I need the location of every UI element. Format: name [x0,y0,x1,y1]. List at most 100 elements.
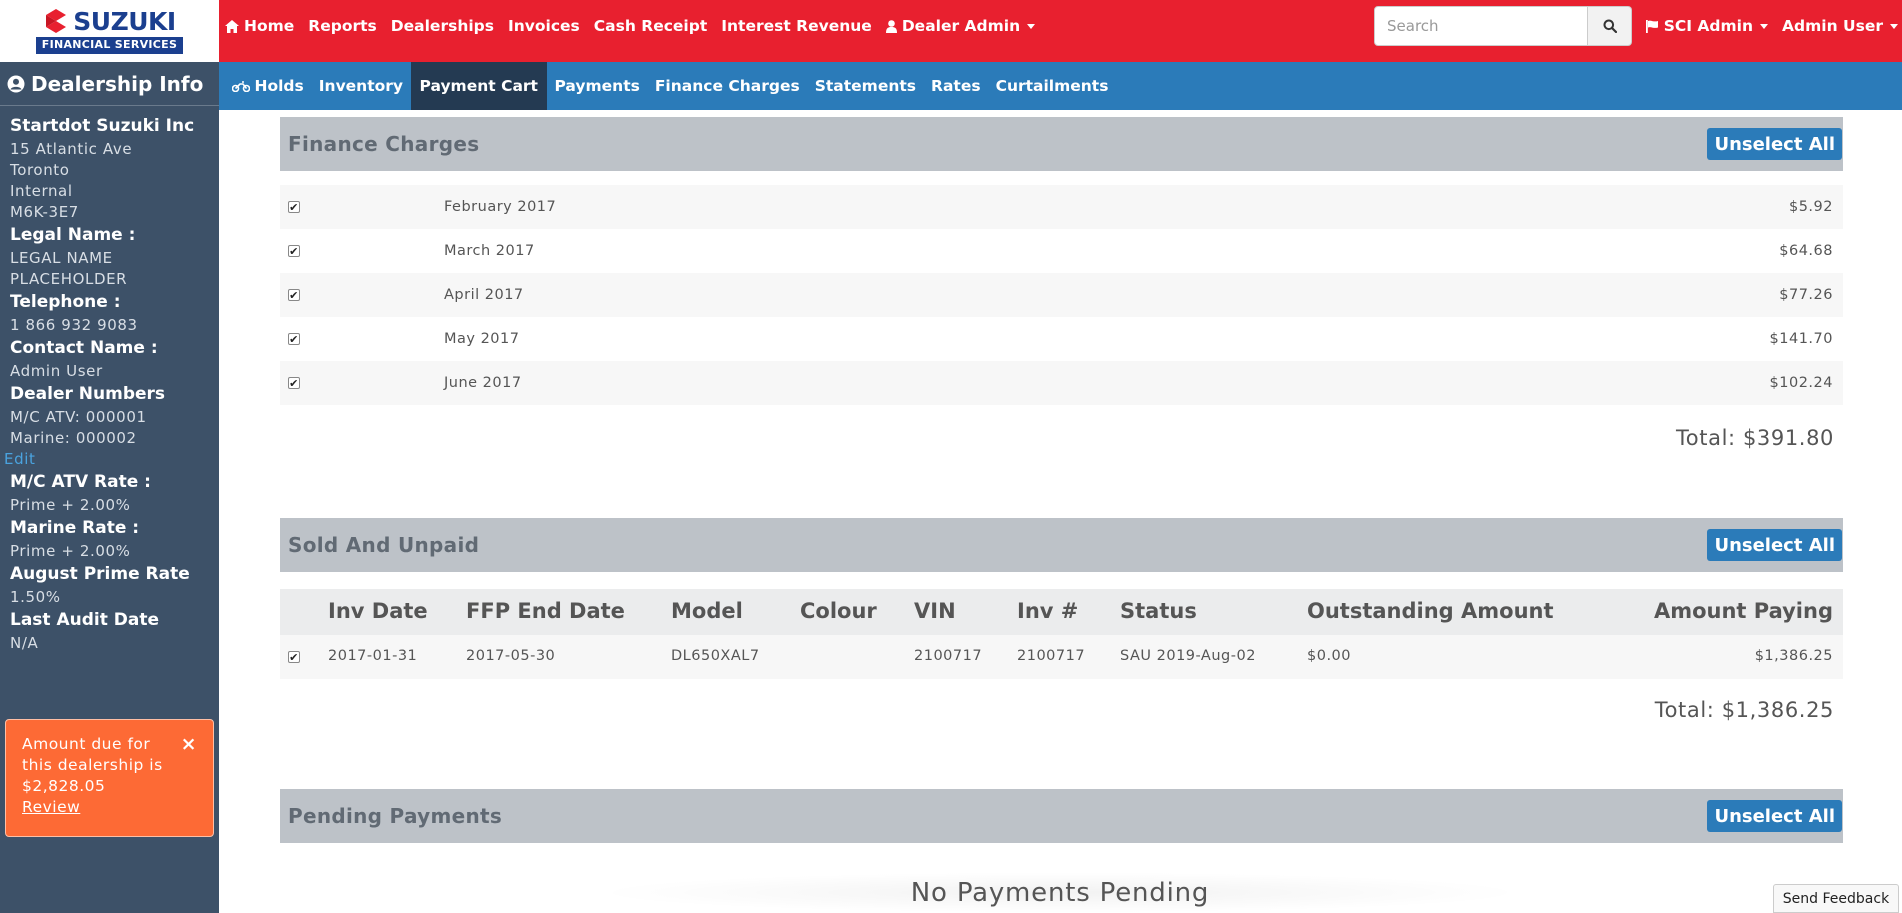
motorcycle-icon [231,80,250,92]
dealer-subnav: Holds Inventory Payment Cart Payments Fi… [219,62,1902,110]
column-header[interactable]: Inv # [1017,599,1078,623]
charge-amount: $141.70 [1769,331,1833,347]
caret-down-icon [1890,23,1898,29]
user-circle-icon [7,75,25,92]
alert-amount: $2,828.05 [22,777,106,795]
finance-charge-row: ✔ April 2017 $77.26 [280,273,1843,317]
search-form [1374,6,1632,46]
column-header[interactable]: VIN [914,599,956,623]
tab-statements-label: Statements [814,77,917,95]
sci-admin-label: SCI Admin [1663,17,1754,35]
finance-charges-header: Finance Charges Unselect All [280,117,1843,171]
sold-unpaid-header: Sold And Unpaid Unselect All [280,518,1843,572]
dealer-name: Startdot Suzuki Inc [10,116,195,136]
nav-interest-revenue-label: Interest Revenue [721,17,872,35]
send-feedback-button[interactable]: Send Feedback [1773,884,1899,913]
column-header[interactable]: Status [1120,599,1197,623]
close-icon[interactable]: × [181,734,197,755]
address-line: Toronto [10,161,70,179]
row-checkbox[interactable]: ✔ [288,289,300,301]
row-checkbox[interactable]: ✔ [288,245,300,257]
search-button[interactable] [1588,6,1632,46]
pending-payments-unselect-all-button[interactable]: Unselect All [1707,800,1842,832]
main-nav: Home Reports Dealerships Invoices Cash R… [225,0,1036,52]
tab-holds[interactable]: Holds [224,62,311,110]
user-menu: SCI Admin Admin User [1645,0,1898,52]
nav-invoices[interactable]: Invoices [508,17,580,35]
tab-payment-cart[interactable]: Payment Cart [410,62,547,110]
sold-unpaid-unselect-all-button[interactable]: Unselect All [1707,529,1842,561]
sci-admin-dropdown[interactable]: SCI Admin [1645,17,1769,35]
model-cell: DL650XAL7 [671,648,760,664]
marine-rate-value: Prime + 2.00% [10,542,131,560]
row-checkbox[interactable]: ✔ [288,377,300,389]
tab-finance-charges[interactable]: Finance Charges [647,62,807,110]
legal-name-value: LEGAL NAME [10,249,113,267]
edit-dealer-numbers-link[interactable]: Edit [4,449,219,470]
column-header[interactable]: Model [671,599,743,623]
nav-dealerships[interactable]: Dealerships [391,17,494,35]
outstanding-amount-cell: $0.00 [1307,648,1352,664]
alert-text: Amount due for [22,735,151,753]
flag-icon [1645,19,1658,33]
search-input[interactable] [1374,6,1588,46]
charge-amount: $64.68 [1779,243,1833,259]
tab-curtailments-label: Curtailments [995,77,1109,95]
tab-inventory[interactable]: Inventory [311,62,410,110]
suzuki-logo[interactable]: SUZUKI FINANCIAL SERVICES [0,0,219,62]
column-header[interactable]: Inv Date [328,599,428,623]
prime-rate-value: 1.50% [10,588,61,606]
finance-charge-row: ✔ June 2017 $102.24 [280,361,1843,405]
dealer-number: M/C ATV: 000001 [10,408,147,426]
inv-number-cell: 2100717 [1017,648,1086,664]
finance-charge-row: ✔ March 2017 $64.68 [280,229,1843,273]
user-icon [885,19,897,33]
tab-rates[interactable]: Rates [924,62,989,110]
finance-charges-total: Total: $391.80 [1675,426,1834,450]
tab-payments[interactable]: Payments [547,62,647,110]
dealer-number: Marine: 000002 [10,429,137,447]
logo-wordmark: SUZUKI [73,6,176,36]
sold-unpaid-table-header: Inv Date FFP End Date Model Colour VIN I… [280,589,1843,635]
row-checkbox[interactable]: ✔ [288,333,300,345]
caret-down-icon [1027,23,1036,29]
row-checkbox[interactable]: ✔ [288,651,300,663]
marine-rate-label: Marine Rate : [10,518,140,538]
nav-dealer-admin[interactable]: Dealer Admin [885,17,1036,35]
address-line: M6K-3E7 [10,203,79,221]
alert-text: this dealership is [22,756,163,774]
finance-charges-unselect-all-button[interactable]: Unselect All [1707,128,1842,160]
finance-charge-row: ✔ May 2017 $141.70 [280,317,1843,361]
prime-rate-label: August Prime Rate [10,564,190,584]
nav-dealerships-label: Dealerships [390,17,494,35]
charge-month: March 2017 [444,243,535,259]
contact-name-value: Admin User [10,362,103,380]
column-header[interactable]: Outstanding Amount [1307,599,1554,623]
nav-reports[interactable]: Reports [308,17,376,35]
charge-month: February 2017 [444,199,557,215]
finance-charges-title: Finance Charges [288,132,480,156]
admin-user-dropdown[interactable]: Admin User [1782,17,1898,35]
tab-statements[interactable]: Statements [807,62,923,110]
amount-due-alert: × Amount due for this dealership is $2,8… [5,719,214,837]
mc-atv-rate-label: M/C ATV Rate : [10,472,151,492]
vin-cell: 2100717 [914,648,983,664]
column-header[interactable]: FFP End Date [466,599,625,623]
nav-home[interactable]: Home [225,17,294,35]
column-header[interactable]: Colour [800,599,877,623]
charge-month: April 2017 [444,287,524,303]
home-icon [225,19,239,33]
telephone-value: 1 866 932 9083 [10,316,138,334]
row-checkbox[interactable]: ✔ [288,201,300,213]
review-link[interactable]: Review [22,797,197,818]
mc-atv-rate-value: Prime + 2.00% [10,496,131,514]
column-header[interactable]: Amount Paying [1654,599,1833,623]
contact-name-label: Contact Name : [10,338,158,358]
tab-finance-charges-label: Finance Charges [654,77,800,95]
charge-month: June 2017 [444,375,522,391]
tab-curtailments[interactable]: Curtailments [988,62,1116,110]
nav-cash-receipt[interactable]: Cash Receipt [594,17,707,35]
search-icon [1603,19,1617,33]
nav-interest-revenue[interactable]: Interest Revenue [721,17,872,35]
inv-date-cell: 2017-01-31 [328,648,418,664]
